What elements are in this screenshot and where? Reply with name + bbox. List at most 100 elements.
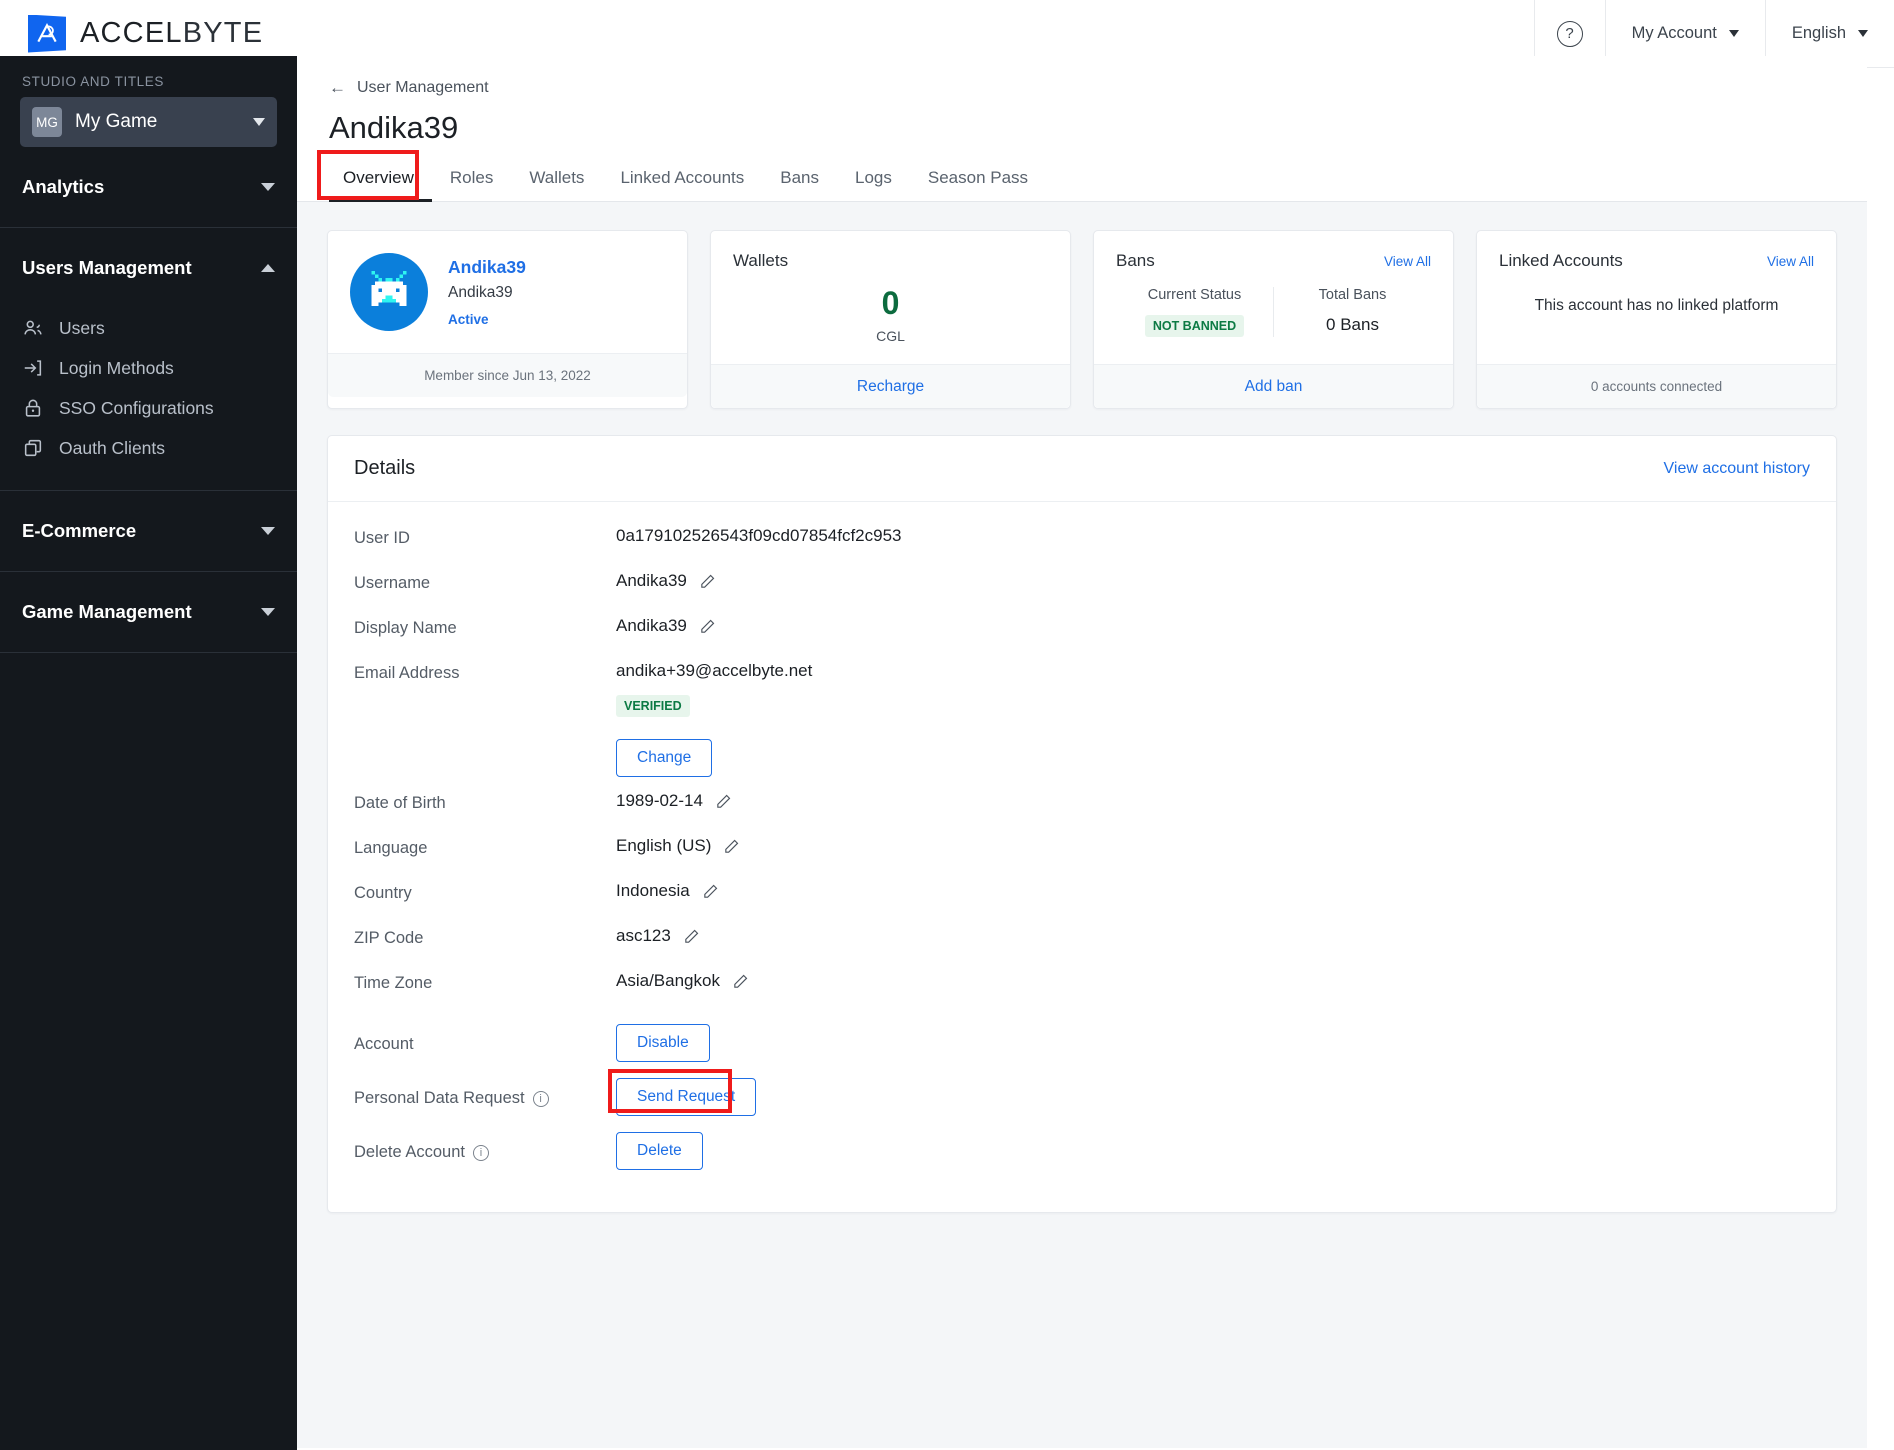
chevron-down-icon — [1728, 30, 1739, 37]
bans-card-title: Bans — [1116, 251, 1155, 270]
chevron-up-icon — [261, 264, 275, 272]
total-bans-label: Total Bans — [1318, 287, 1387, 303]
tab-wallets[interactable]: Wallets — [511, 168, 602, 201]
help-icon: ? — [1556, 20, 1583, 47]
sidebar-group-label: Users Management — [22, 257, 192, 278]
bans-card: Bans View All Current Status NOT BANNED … — [1093, 230, 1454, 409]
sidebar-group-e-commerce[interactable]: E-Commerce — [0, 491, 297, 571]
game-name: My Game — [75, 111, 158, 132]
details-title: Details — [354, 457, 416, 479]
row-value: English (US) — [616, 836, 712, 855]
chevron-down-icon — [261, 183, 275, 191]
detail-row-delete-account: Delete Account i Delete — [354, 1124, 1810, 1178]
main-content: ← User Management Andika39 Overview Role… — [297, 56, 1867, 1450]
tab-label: Bans — [780, 168, 819, 187]
wallets-count: 0 — [881, 285, 900, 321]
add-ban-link[interactable]: Add ban — [1094, 364, 1453, 408]
chevron-down-icon — [253, 118, 265, 126]
tab-bans[interactable]: Bans — [762, 168, 837, 201]
view-account-history-link[interactable]: View account history — [1664, 460, 1810, 478]
tab-logs[interactable]: Logs — [837, 168, 910, 201]
current-status-label: Current Status — [1147, 287, 1242, 303]
avatar — [350, 253, 428, 331]
game-selector[interactable]: MG My Game — [20, 97, 277, 147]
change-email-button[interactable]: Change — [616, 739, 713, 777]
sidebar: STUDIO AND TITLES MG My Game Analytics U… — [0, 56, 297, 1450]
edit-pencil-icon[interactable] — [683, 928, 700, 945]
detail-row-language: Language English (US) — [354, 836, 1810, 881]
divider — [0, 652, 297, 653]
info-icon[interactable]: i — [532, 1090, 549, 1107]
bans-view-all-link[interactable]: View All — [1384, 254, 1431, 269]
wallets-card: Wallets 0 CGL Recharge — [710, 230, 1071, 409]
sidebar-item-label: Users — [59, 317, 105, 338]
tab-label: Logs — [855, 168, 892, 187]
row-value: 0a179102526543f09cd07854fcf2c953 — [616, 526, 902, 545]
row-value: andika+39@accelbyte.net — [616, 661, 813, 680]
detail-row-personal-data-request: Personal Data Request i Send Request — [354, 1069, 1810, 1124]
row-label: Language — [354, 839, 428, 857]
sidebar-item-sso-configurations[interactable]: SSO Configurations — [0, 388, 297, 428]
row-label-text: Delete Account — [354, 1143, 465, 1161]
login-icon — [24, 360, 42, 376]
row-label: Personal Data Request i — [354, 1086, 616, 1108]
brand-logo[interactable]: ACCELBYTE — [0, 14, 263, 53]
row-value: asc123 — [616, 926, 671, 945]
row-label: Username — [354, 574, 431, 592]
pixel-alien-icon — [371, 271, 407, 306]
row-value: 1989-02-14 — [616, 791, 703, 810]
row-label: Date of Birth — [354, 794, 446, 812]
chevron-down-icon — [261, 527, 275, 535]
profile-card: Andika39 Andika39 Active Member since Ju… — [327, 230, 688, 409]
row-label: Time Zone — [354, 974, 433, 992]
page-title: Andika39 — [329, 110, 459, 145]
tab-roles[interactable]: Roles — [432, 168, 511, 201]
sidebar-item-oauth-clients[interactable]: Oauth Clients — [0, 428, 297, 468]
send-request-button[interactable]: Send Request — [616, 1078, 757, 1116]
tab-season-pass[interactable]: Season Pass — [910, 168, 1046, 201]
linked-view-all-link[interactable]: View All — [1767, 254, 1814, 269]
tab-linked-accounts[interactable]: Linked Accounts — [602, 168, 762, 201]
sidebar-item-label: Login Methods — [59, 357, 174, 378]
sidebar-group-label: Game Management — [22, 601, 192, 622]
tab-label: Roles — [449, 168, 494, 187]
detail-row-email-address: Email Address andika+39@accelbyte.net VE… — [354, 661, 1810, 777]
detail-row-account: Account Disable — [354, 1016, 1810, 1070]
sidebar-item-login-methods[interactable]: Login Methods — [0, 348, 297, 388]
row-label: Delete Account i — [354, 1140, 616, 1162]
wallets-card-title: Wallets — [733, 251, 789, 270]
content-area: Andika39 Andika39 Active Member since Ju… — [297, 202, 1867, 1448]
row-value: Indonesia — [616, 881, 690, 900]
accelbyte-logo-icon — [28, 14, 66, 53]
edit-pencil-icon[interactable] — [699, 618, 716, 635]
sidebar-group-analytics[interactable]: Analytics — [0, 147, 297, 227]
users-icon — [24, 320, 42, 335]
tab-overview[interactable]: Overview — [329, 168, 432, 202]
sidebar-group-label: E-Commerce — [22, 520, 137, 541]
edit-pencil-icon[interactable] — [723, 838, 740, 855]
disable-account-button[interactable]: Disable — [616, 1024, 710, 1062]
info-icon[interactable]: i — [473, 1144, 489, 1161]
row-label: User ID — [354, 529, 410, 547]
sidebar-group-game-management[interactable]: Game Management — [0, 572, 297, 652]
row-label: Country — [354, 884, 412, 902]
edit-pencil-icon[interactable] — [702, 883, 719, 900]
edit-pencil-icon[interactable] — [732, 973, 749, 990]
delete-account-button[interactable]: Delete — [616, 1132, 703, 1170]
profile-username-link[interactable]: Andika39 — [448, 257, 526, 278]
edit-pencil-icon[interactable] — [715, 793, 732, 810]
not-banned-badge: NOT BANNED — [1144, 315, 1245, 337]
summary-cards: Andika39 Andika39 Active Member since Ju… — [327, 230, 1837, 409]
linked-accounts-card: Linked Accounts View All This account ha… — [1476, 230, 1837, 409]
edit-pencil-icon[interactable] — [699, 573, 716, 590]
tab-label: Season Pass — [927, 168, 1029, 187]
sidebar-item-users[interactable]: Users — [0, 308, 297, 348]
tab-label: Wallets — [529, 168, 585, 187]
breadcrumb[interactable]: ← User Management — [297, 56, 1867, 98]
sidebar-group-users-management[interactable]: Users Management — [0, 228, 297, 308]
my-account-label: My Account — [1631, 24, 1717, 42]
back-arrow-icon: ← — [329, 78, 346, 97]
chevron-down-icon — [261, 608, 275, 616]
recharge-link[interactable]: Recharge — [711, 364, 1070, 408]
copy-icon — [24, 439, 42, 457]
